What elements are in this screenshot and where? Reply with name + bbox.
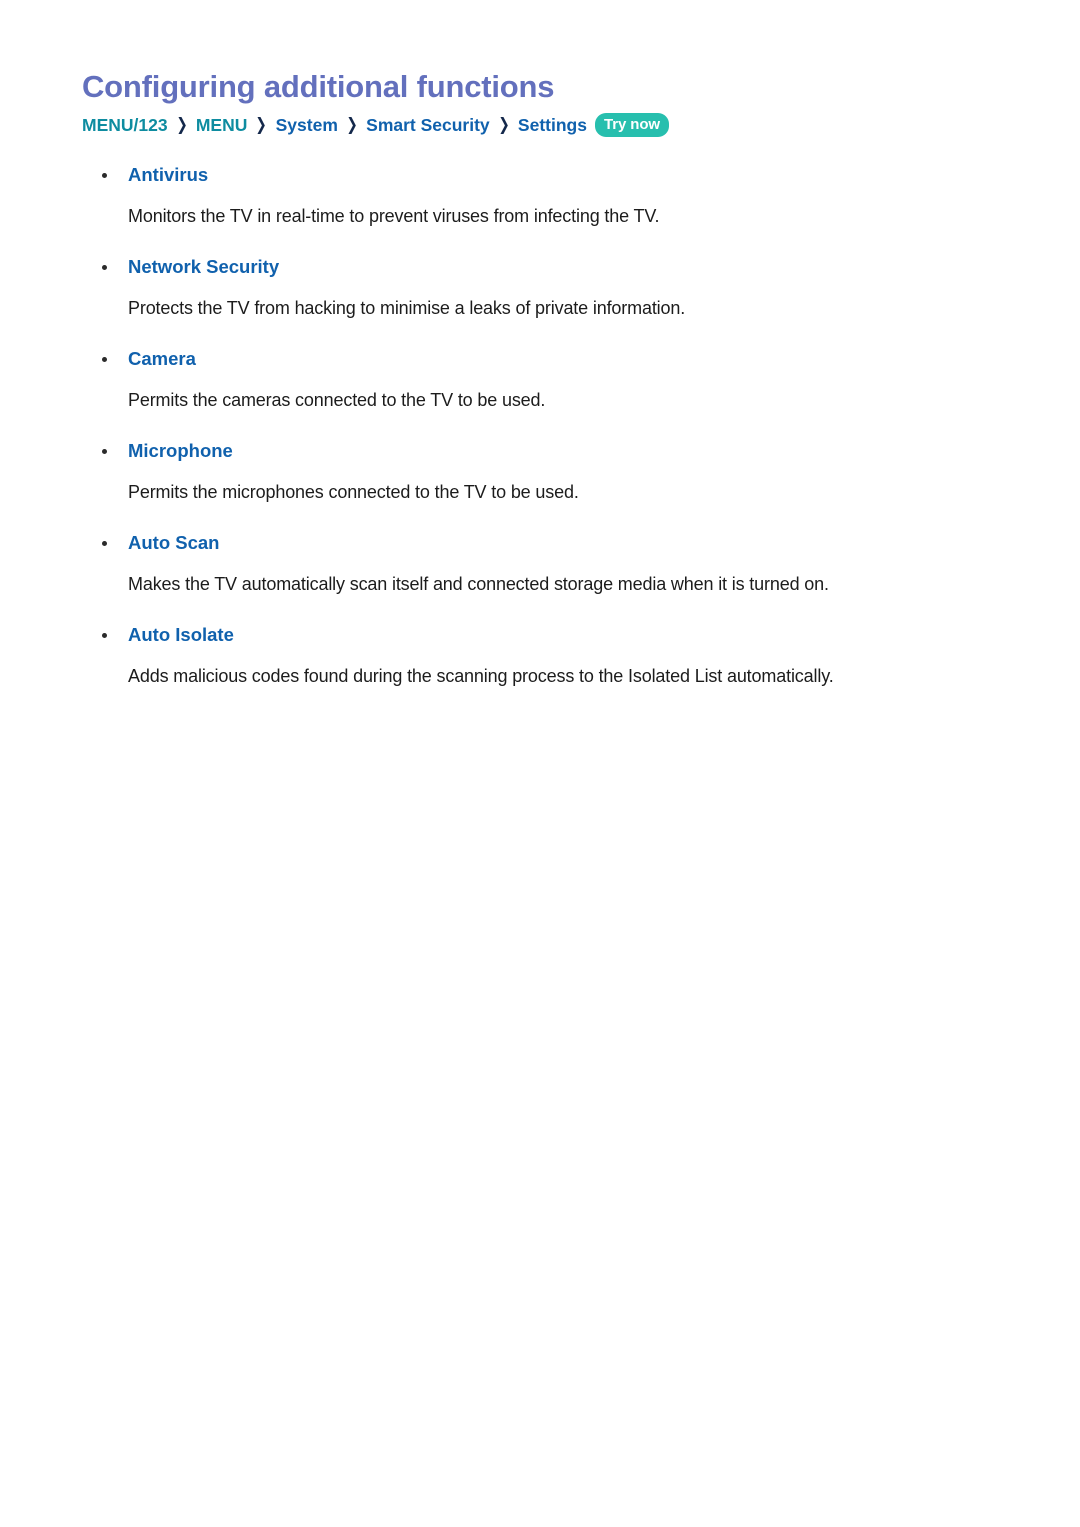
bullet-dot-icon: [102, 265, 107, 270]
function-label: Auto Scan: [128, 532, 220, 553]
function-description: Makes the TV automatically scan itself a…: [128, 574, 829, 594]
function-description: Permits the microphones connected to the…: [128, 482, 579, 502]
function-label: Network Security: [128, 256, 280, 277]
breadcrumb-item-menu[interactable]: MENU: [196, 112, 248, 138]
function-list: Antivirus Monitors the TV in real-time t…: [82, 160, 1002, 690]
function-name-antivirus: Antivirus: [82, 160, 1002, 190]
breadcrumb: MENU/123 ❯ MENU ❯ System ❯ Smart Securit…: [82, 112, 1002, 138]
function-description: Adds malicious codes found during the sc…: [128, 666, 834, 686]
breadcrumb-item-smart-security[interactable]: Smart Security: [366, 112, 490, 138]
chevron-right-icon: ❯: [346, 115, 358, 134]
list-item: Auto Isolate Adds malicious codes found …: [82, 620, 1002, 690]
function-description: Monitors the TV in real-time to prevent …: [128, 206, 660, 226]
page-title: Configuring additional functions: [82, 69, 555, 104]
bullet-dot-icon: [102, 173, 107, 178]
list-item: Auto Scan Makes the TV automatically sca…: [82, 528, 1002, 598]
bullet-dot-icon: [102, 541, 107, 546]
function-label: Auto Isolate: [128, 624, 234, 645]
breadcrumb-item-settings[interactable]: Settings: [518, 112, 587, 138]
function-name-camera: Camera: [82, 344, 1002, 374]
list-item: Network Security Protects the TV from ha…: [82, 252, 1002, 322]
function-name-network-security: Network Security: [82, 252, 1002, 282]
function-description: Protects the TV from hacking to minimise…: [128, 298, 686, 318]
function-name-auto-scan: Auto Scan: [82, 528, 1002, 558]
function-name-auto-isolate: Auto Isolate: [82, 620, 1002, 650]
bullet-dot-icon: [102, 633, 107, 638]
list-item: Microphone Permits the microphones conne…: [82, 436, 1002, 506]
function-label: Camera: [128, 348, 196, 369]
try-now-badge[interactable]: Try now: [594, 113, 669, 137]
chevron-right-icon: ❯: [176, 115, 188, 134]
list-item: Camera Permits the cameras connected to …: [82, 344, 1002, 414]
document-page: Configuring additional functions MENU/12…: [0, 0, 1080, 1527]
function-label: Microphone: [128, 440, 233, 461]
function-description: Permits the cameras connected to the TV …: [128, 390, 546, 410]
bullet-dot-icon: [102, 449, 107, 454]
breadcrumb-item-menu-123[interactable]: MENU/123: [82, 112, 168, 138]
function-name-microphone: Microphone: [82, 436, 1002, 466]
function-label: Antivirus: [128, 164, 209, 185]
list-item: Antivirus Monitors the TV in real-time t…: [82, 160, 1002, 230]
chevron-right-icon: ❯: [498, 115, 510, 134]
chevron-right-icon: ❯: [255, 115, 268, 134]
bullet-dot-icon: [102, 357, 107, 362]
breadcrumb-item-system[interactable]: System: [276, 112, 338, 138]
document-content: Configuring additional functions MENU/12…: [82, 68, 1002, 690]
